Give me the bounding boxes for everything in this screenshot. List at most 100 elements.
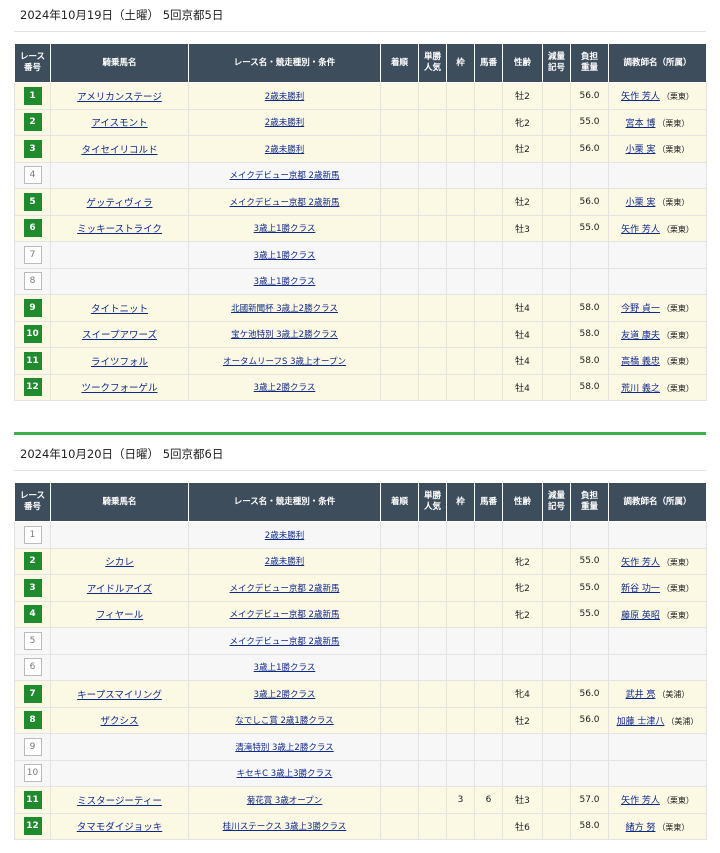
sex-age-cell: 牡2	[502, 82, 543, 110]
race-name-link[interactable]: 桂川ステークス 3歳上3勝クラス	[223, 822, 347, 832]
popularity-cell	[418, 574, 447, 602]
trainer-link[interactable]: 加藤 士津八	[617, 717, 665, 727]
horse-name-link[interactable]: キープスマイリング	[77, 690, 162, 701]
horse-number-cell	[474, 706, 503, 734]
result-cell	[380, 600, 419, 628]
race-name-link[interactable]: 3歳上1勝クラス	[254, 663, 316, 673]
race-name-link[interactable]: 宝ケ池特別 3歳上2勝クラス	[231, 330, 338, 340]
horse-number-cell	[474, 294, 503, 322]
trainer-link[interactable]: 矢作 芳人	[621, 558, 660, 568]
weight-cell: 55.0	[570, 547, 609, 575]
frame-cell	[446, 347, 475, 375]
race-name-link[interactable]: 菊花賞 3歳オープン	[247, 796, 323, 806]
trainer-cell: 藤原 英昭 （栗東）	[608, 600, 707, 628]
header-number: 馬番	[474, 43, 503, 83]
race-name-link[interactable]: 2歳未勝利	[265, 118, 304, 128]
horse-name-link[interactable]: ライツフォル	[91, 357, 148, 368]
horse-name-link[interactable]: ミスタージーティー	[77, 796, 162, 807]
frame-cell	[446, 320, 475, 348]
horse-name-link[interactable]: アイスモント	[91, 118, 147, 129]
header-trainer: 調教師名（所属）	[608, 482, 707, 522]
horse-name-link[interactable]: アイドルアイズ	[87, 584, 152, 595]
trainer-link[interactable]: 武井 亮	[626, 690, 656, 700]
race-name-link[interactable]: 3歳上1勝クラス	[254, 277, 316, 287]
trainer-link[interactable]: 矢作 芳人	[621, 92, 660, 102]
race-name-link[interactable]: 2歳未勝利	[265, 92, 304, 102]
weight-mark-cell	[542, 347, 571, 375]
trainer-link[interactable]: 荒川 義之	[621, 384, 660, 394]
weight-cell	[570, 521, 609, 549]
race-name-link[interactable]: キセキC 3歳上3勝クラス	[237, 769, 333, 779]
horse-name-link[interactable]: フィヤール	[96, 610, 143, 621]
race-table-body: 1 2歳未勝利 2 シカレ 2歳未勝利 牝2 55.0 矢作 芳人 （栗東） 3 アイドルアイズ メイ…	[14, 521, 707, 840]
race-name-link[interactable]: 2歳未勝利	[265, 557, 304, 567]
race-name-link[interactable]: メイクデビュー京都 2歳新馬	[230, 198, 340, 208]
trainer-cell: 小栗 実（栗東）	[608, 135, 707, 163]
trainer-cell: 宮本 博（栗東）	[608, 108, 707, 136]
frame-cell	[446, 521, 475, 549]
trainer-affiliation: （栗東）	[657, 822, 690, 832]
race-name-link[interactable]: 2歳未勝利	[265, 531, 304, 541]
header-horse: 騎乗馬名	[50, 43, 189, 83]
race-name-link[interactable]: メイクデビュー京都 2歳新馬	[230, 637, 340, 647]
header-result: 着順	[380, 43, 419, 83]
race-number-cell: 6	[14, 214, 51, 242]
result-cell	[380, 373, 419, 401]
horse-name-link[interactable]: シカレ	[105, 557, 134, 568]
race-name-link[interactable]: 2歳未勝利	[265, 145, 304, 155]
race-name-link[interactable]: 3歳上2勝クラス	[254, 383, 316, 393]
horse-name-link[interactable]: ツークフォーゲル	[81, 383, 157, 394]
race-name-link[interactable]: 3歳上1勝クラス	[254, 251, 316, 261]
trainer-link[interactable]: 藤原 英昭	[621, 611, 660, 621]
horse-name-link[interactable]: ゲッティヴィラ	[87, 198, 153, 209]
frame-cell	[446, 627, 475, 655]
race-name-link[interactable]: 3歳上2勝クラス	[254, 690, 316, 700]
race-name-link[interactable]: メイクデビュー京都 2歳新馬	[230, 610, 340, 620]
trainer-link[interactable]: 友道 康夫	[621, 331, 660, 341]
weight-cell	[570, 161, 609, 189]
weight-cell	[570, 759, 609, 787]
race-name-link[interactable]: 3歳上1勝クラス	[254, 224, 316, 234]
horse-name-link[interactable]: タイセイリコルド	[81, 145, 157, 156]
trainer-link[interactable]: 緒方 努	[626, 823, 656, 833]
horse-number-cell	[474, 347, 503, 375]
horse-name-link[interactable]: タイトニット	[91, 304, 148, 315]
race-name-link[interactable]: なでしこ賞 2歳1勝クラス	[235, 716, 333, 726]
race-name-link[interactable]: オータムリーフS 3歳上オープン	[223, 357, 346, 367]
race-cell: 北國新聞杯 3歳上2勝クラス	[188, 294, 381, 322]
header-horse: 騎乗馬名	[50, 482, 189, 522]
header-race-no: レース 番号	[14, 482, 51, 522]
trainer-link[interactable]: 宮本 博	[626, 119, 656, 129]
trainer-link[interactable]: 矢作 芳人	[621, 225, 660, 235]
trainer-link[interactable]: 矢作 芳人	[621, 796, 660, 806]
race-number-cell: 2	[14, 547, 51, 575]
race-number-cell: 4	[14, 161, 51, 189]
trainer-link[interactable]: 今野 貞一	[621, 304, 660, 314]
race-name-link[interactable]: 清滝特別 3歳上2勝クラス	[235, 743, 333, 753]
horse-cell: アメリカンステージ	[50, 82, 189, 110]
table-row: 2 シカレ 2歳未勝利 牝2 55.0 矢作 芳人 （栗東）	[14, 547, 707, 575]
trainer-cell	[608, 627, 707, 655]
horse-cell: アイスモント	[50, 108, 189, 136]
result-cell	[380, 161, 419, 189]
race-name-link[interactable]: メイクデビュー京都 2歳新馬	[230, 171, 340, 181]
trainer-link[interactable]: 小栗 実	[626, 198, 656, 208]
race-cell: 2歳未勝利	[188, 521, 381, 549]
trainer-link[interactable]: 新谷 功一	[621, 584, 660, 594]
sex-age-cell	[502, 653, 543, 681]
race-name-link[interactable]: メイクデビュー京都 2歳新馬	[230, 584, 340, 594]
horse-name-link[interactable]: スイープアワーズ	[82, 330, 157, 341]
weight-mark-cell	[542, 600, 571, 628]
trainer-link[interactable]: 小栗 実	[626, 145, 656, 155]
race-number-badge: 2	[23, 552, 42, 571]
race-cell: 3歳上1勝クラス	[188, 241, 381, 269]
weight-cell: 58.0	[570, 347, 609, 375]
race-cell: 3歳上1勝クラス	[188, 653, 381, 681]
horse-name-link[interactable]: アメリカンステージ	[77, 92, 162, 103]
horse-name-link[interactable]: ザクシス	[100, 716, 138, 727]
horse-name-link[interactable]: タマモダイジョッキ	[77, 822, 163, 833]
horse-name-link[interactable]: ミッキーストライク	[77, 224, 162, 235]
race-number-cell: 8	[14, 267, 51, 295]
trainer-link[interactable]: 高橋 義忠	[621, 357, 660, 367]
race-name-link[interactable]: 北國新聞杯 3歳上2勝クラス	[231, 304, 338, 314]
